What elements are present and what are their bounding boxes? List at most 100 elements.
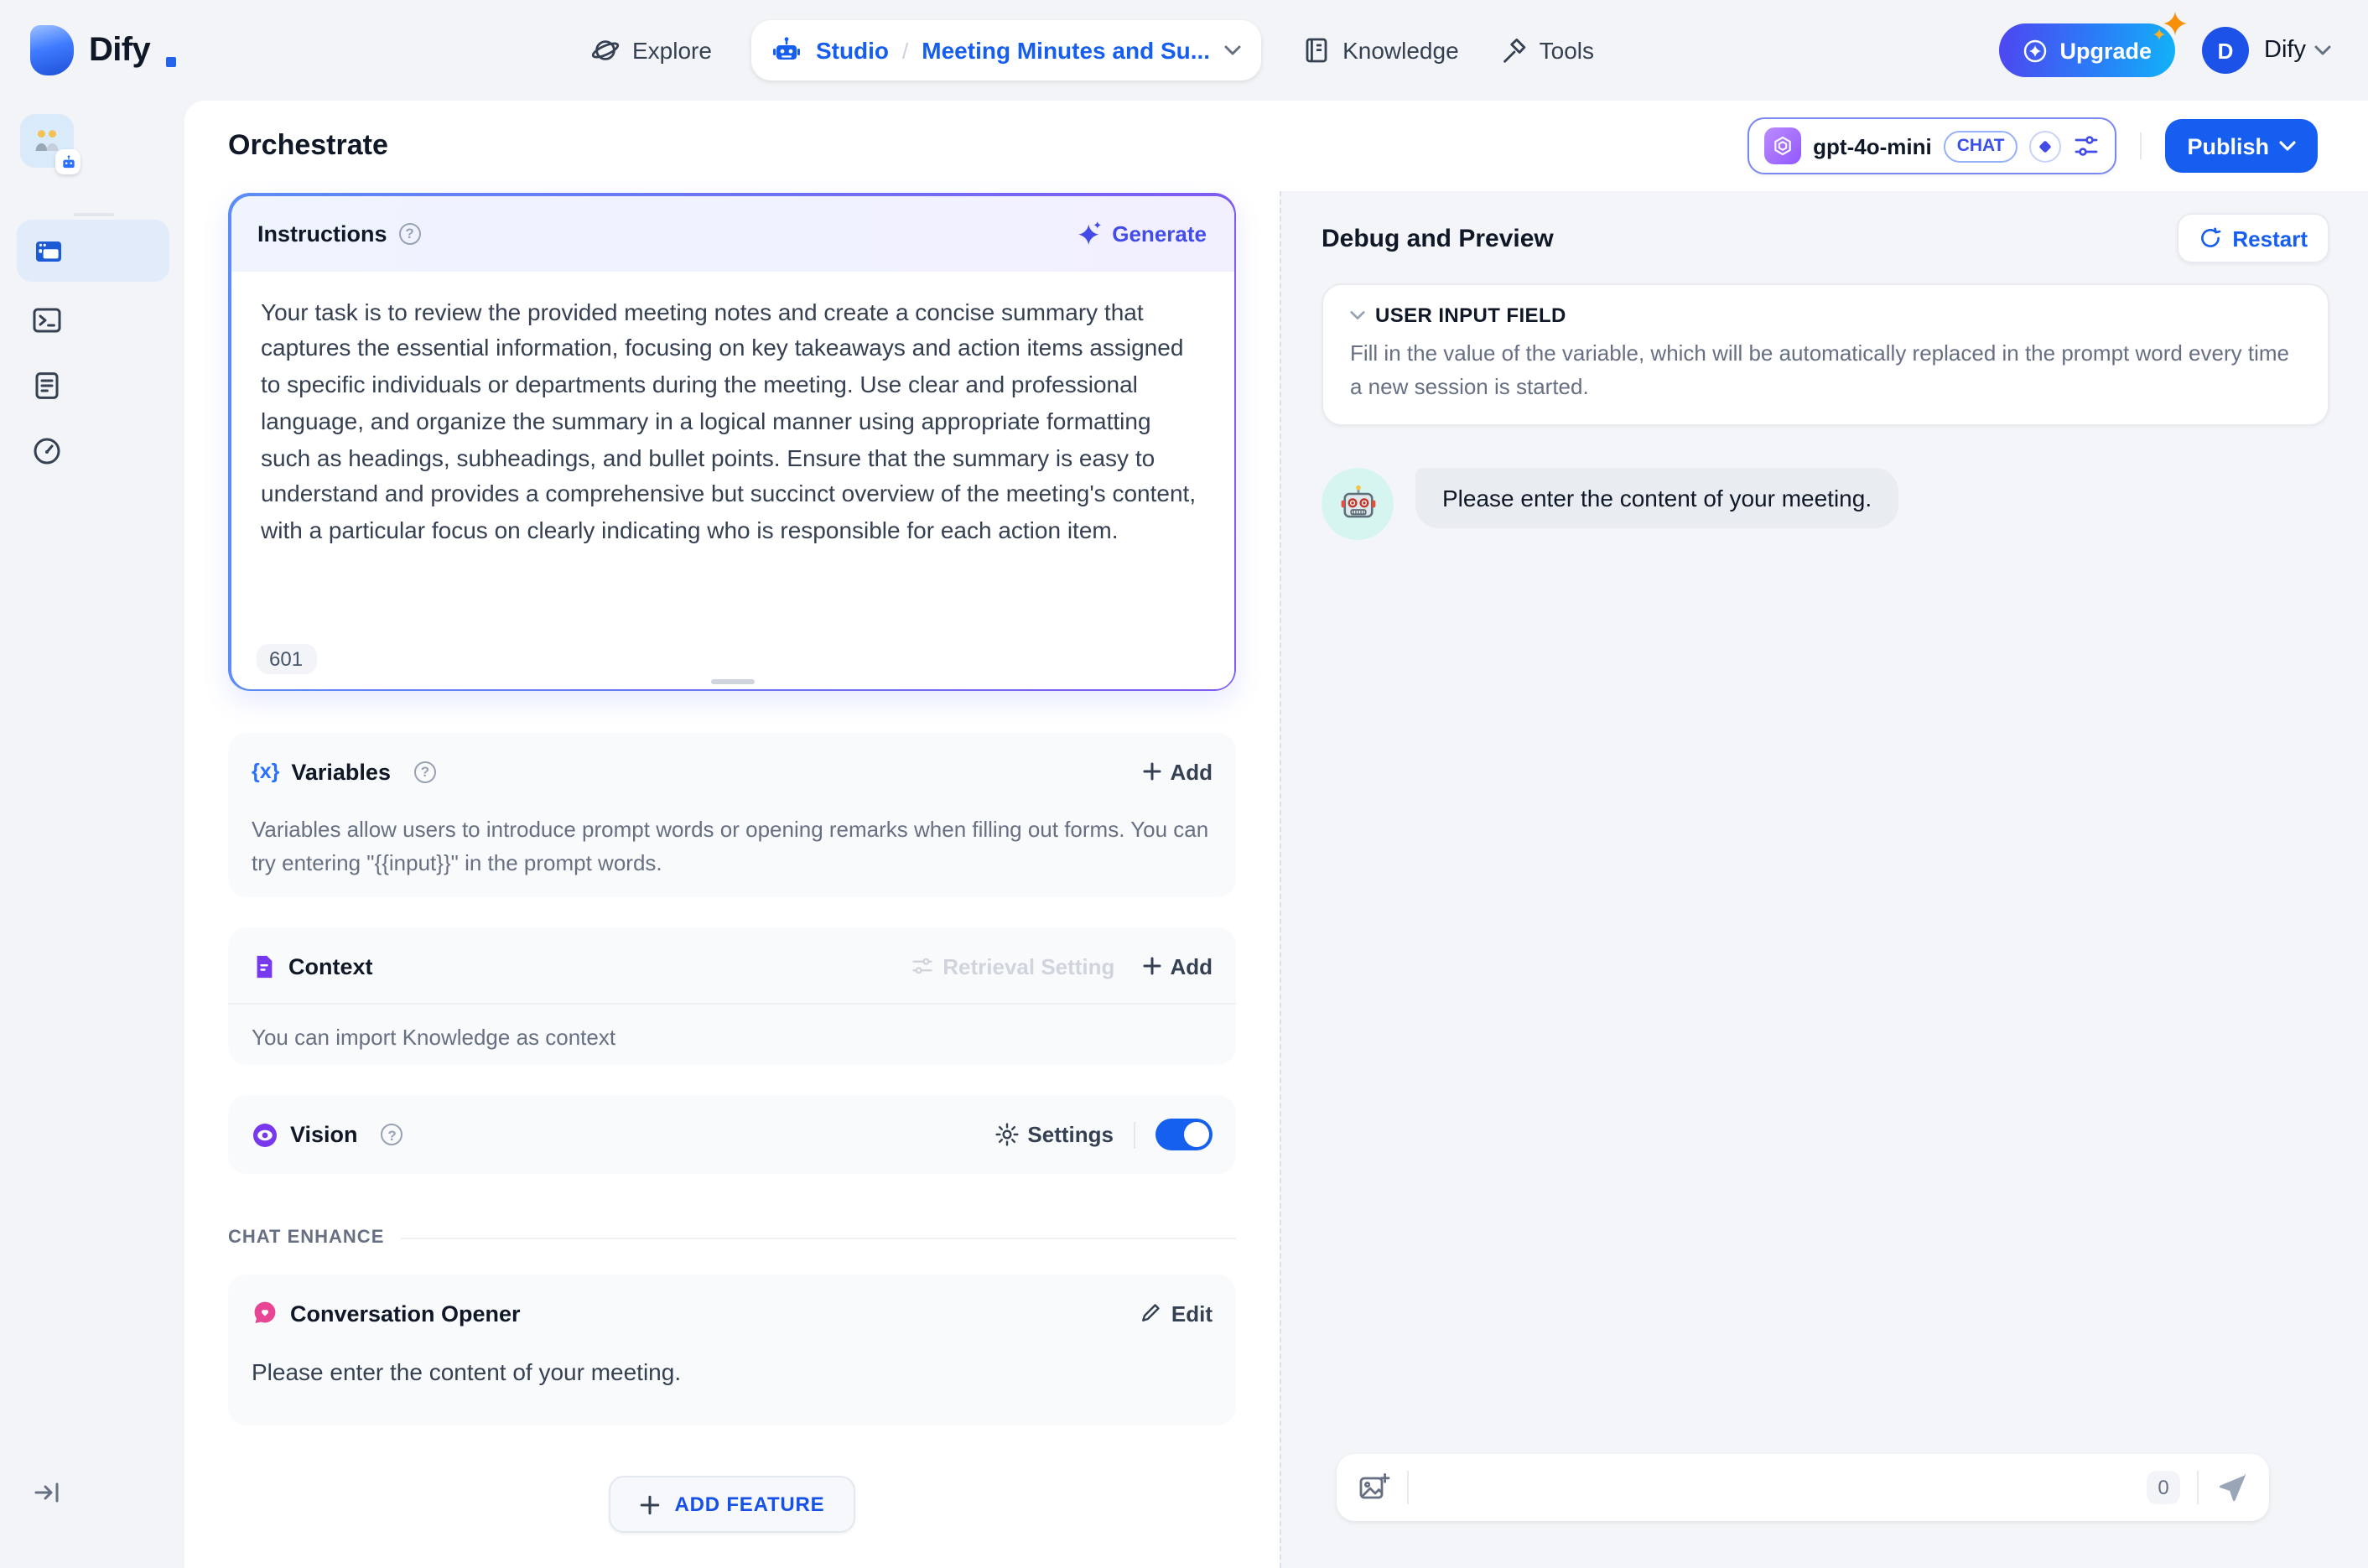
publish-button[interactable]: Publish [2165, 119, 2318, 173]
nav-explore[interactable]: Explore [590, 35, 712, 65]
add-variable-button[interactable]: Add [1141, 759, 1213, 784]
edit-opener-label: Edit [1171, 1301, 1213, 1326]
avatar[interactable]: D [2202, 27, 2250, 74]
instructions-card: Instructions ? Generate Your task is to … [228, 193, 1236, 691]
retrieval-sliders-icon [911, 954, 934, 978]
help-icon[interactable]: ? [398, 222, 421, 244]
instructions-header: Instructions ? Generate [231, 195, 1233, 271]
page-title: Orchestrate [228, 129, 388, 161]
dify-logo[interactable]: Dify [30, 0, 176, 101]
orchestrate-toolbar: Orchestrate gpt-4o-mini CHAT Publish [184, 101, 2368, 191]
chevron-down-icon[interactable] [1223, 45, 1240, 55]
studio-robot-icon [772, 35, 802, 65]
instructions-title: Instructions [257, 221, 387, 246]
nav-knowledge[interactable]: Knowledge [1301, 35, 1459, 65]
app-root: Dify Explore Studio / Meeting Minutes an… [0, 0, 2368, 1568]
prompt-text[interactable]: Your task is to review the provided meet… [261, 294, 1203, 550]
orchestrate-window-icon [34, 236, 64, 266]
conversation-opener-section: Conversation Opener Edit Please enter th… [228, 1275, 1236, 1425]
send-icon[interactable] [2215, 1471, 2249, 1504]
generate-label: Generate [1112, 221, 1207, 246]
model-params-icon[interactable] [2073, 132, 2100, 159]
pencil-icon [1140, 1301, 1163, 1325]
add-context-button[interactable]: Add [1141, 953, 1213, 979]
retrieval-setting-button[interactable]: Retrieval Setting [911, 953, 1114, 979]
sidebar [0, 101, 184, 1568]
opener-chat-bubble-icon [252, 1300, 278, 1327]
user-input-field-title: USER INPUT FIELD [1375, 304, 1566, 327]
gem-icon [2023, 38, 2049, 63]
generate-sparkle-icon [1078, 221, 1102, 245]
restart-button[interactable]: Restart [2177, 213, 2329, 263]
header-right: Upgrade D Dify [1999, 0, 2332, 101]
chat-message-input[interactable] [1425, 1472, 2147, 1503]
context-description: You can import Knowledge as context [252, 1025, 616, 1050]
context-divider [228, 1003, 1236, 1005]
chat-enhance-label: CHAT ENHANCE [228, 1228, 385, 1248]
toolbar-divider [2140, 132, 2142, 159]
resize-handle[interactable] [710, 678, 754, 683]
help-icon[interactable]: ? [381, 1124, 403, 1145]
nav-tools[interactable]: Tools [1499, 36, 1594, 65]
sidebar-divider [74, 213, 114, 216]
sparkle-icon [2163, 12, 2188, 35]
refresh-icon [2199, 226, 2222, 250]
debug-title: Debug and Preview [1322, 224, 1554, 252]
openai-logo-icon [1764, 127, 1802, 164]
upgrade-button[interactable]: Upgrade [1999, 12, 2188, 77]
app-icon[interactable] [20, 114, 80, 174]
user-input-field-card: USER INPUT FIELD Fill in the value of th… [1322, 283, 2329, 426]
robot-emoji-icon [1340, 484, 1375, 517]
context-section: Context Retrieval Setting Add You can im… [228, 927, 1236, 1065]
plus-icon [1141, 761, 1161, 781]
chevron-down-icon[interactable] [2314, 45, 2331, 55]
opener-text: Please enter the content of your meeting… [252, 1358, 682, 1385]
breadcrumb-app-name[interactable]: Meeting Minutes and Su... [922, 37, 1210, 64]
bot-message-bubble: Please enter the content of your meeting… [1415, 468, 1899, 528]
help-icon[interactable]: ? [413, 761, 436, 782]
sidebar-item-logs[interactable] [32, 371, 62, 401]
add-context-label: Add [1170, 953, 1213, 979]
vision-settings-button[interactable]: Settings [994, 1122, 1114, 1147]
config-pane: Instructions ? Generate Your task is to … [184, 191, 1280, 1568]
plus-icon [639, 1493, 661, 1515]
retrieval-setting-label: Retrieval Setting [943, 953, 1115, 979]
chevron-down-icon[interactable] [1350, 310, 1365, 320]
sidebar-item-orchestrate[interactable] [17, 220, 169, 282]
chat-enhance-line [401, 1237, 1236, 1238]
sidebar-expand-icon[interactable] [32, 1477, 62, 1508]
debug-pane: Debug and Preview Restart USER INPUT FIE… [1280, 191, 2368, 1568]
model-feature-icon [2029, 130, 2062, 162]
char-count-badge: 601 [256, 643, 317, 673]
sidebar-item-api-terminal[interactable] [32, 305, 62, 335]
model-selector[interactable]: gpt-4o-mini CHAT [1747, 117, 2117, 174]
edit-opener-button[interactable]: Edit [1140, 1301, 1213, 1326]
publish-label: Publish [2187, 133, 2269, 158]
variables-title: Variables [291, 759, 391, 784]
input-divider [2197, 1471, 2199, 1504]
image-upload-icon[interactable] [1357, 1471, 1390, 1504]
add-variable-label: Add [1170, 759, 1213, 784]
context-title: Context [288, 953, 373, 979]
upgrade-label: Upgrade [2059, 38, 2152, 63]
prompt-editor[interactable]: Your task is to review the provided meet… [231, 271, 1233, 688]
account-name[interactable]: Dify [2264, 37, 2306, 64]
main-content: Orchestrate gpt-4o-mini CHAT Publish Ins… [184, 101, 2368, 1568]
user-input-field-description: Fill in the value of the variable, which… [1350, 340, 2289, 398]
add-feature-button[interactable]: ADD FEATURE [609, 1476, 855, 1533]
vision-toggle[interactable] [1155, 1119, 1213, 1150]
model-mode-badge: CHAT [1943, 130, 2018, 162]
vision-title: Vision [290, 1122, 358, 1147]
header-nav: Explore Studio / Meeting Minutes and Su.… [590, 0, 1594, 101]
app-type-chatbot-badge [55, 149, 80, 174]
add-feature-label: ADD FEATURE [674, 1493, 825, 1516]
dify-logo-text: Dify [89, 31, 151, 68]
knowledge-book-icon [1301, 35, 1331, 65]
generate-button[interactable]: Generate [1078, 221, 1207, 246]
vision-settings-label: Settings [1027, 1122, 1114, 1147]
chat-enhance-group: CHAT ENHANCE [228, 1228, 1236, 1248]
nav-studio-label[interactable]: Studio [816, 37, 889, 64]
sidebar-item-monitoring[interactable] [32, 436, 62, 466]
breadcrumb[interactable]: Studio / Meeting Minutes and Su... [751, 20, 1261, 80]
breadcrumb-separator: / [902, 38, 909, 63]
